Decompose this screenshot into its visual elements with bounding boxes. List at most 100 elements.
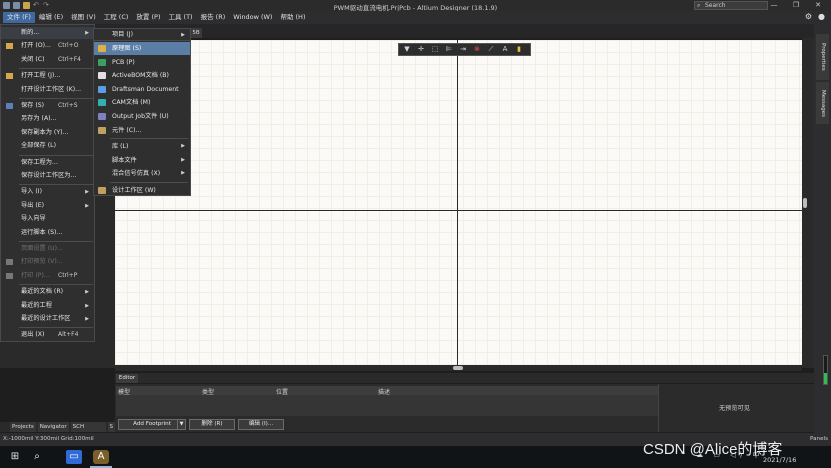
schematic-canvas[interactable] — [115, 40, 802, 365]
app-window-icon[interactable]: ▭ — [66, 450, 82, 464]
file-menu-item[interactable]: 保存副本为 (Y)... — [1, 127, 94, 139]
search-input[interactable]: ⌕ Search — [694, 1, 768, 10]
chevron-right-icon: ▶ — [85, 316, 89, 322]
delete-button[interactable]: 删除 (R) — [189, 419, 235, 430]
outjob-icon — [98, 113, 106, 120]
new-submenu-item[interactable]: CAM文档 (M) — [94, 96, 190, 109]
horizontal-scrollbar[interactable] — [115, 365, 802, 371]
file-menu-item[interactable]: 保存工程为... — [1, 157, 94, 169]
menu-reports[interactable]: 报告 (R) — [197, 12, 230, 23]
cam-icon — [98, 99, 106, 107]
search-icon[interactable]: ⌕ — [30, 450, 44, 464]
tab-more[interactable]: S — [107, 422, 115, 432]
new-submenu-item[interactable]: PCB (P) — [94, 56, 190, 69]
menu-file[interactable]: 文件 (F) — [3, 12, 35, 23]
new-submenu-item[interactable]: 元件 (C)... — [94, 124, 190, 137]
new-submenu-item-label: 混合信号仿真 (X) — [112, 170, 161, 178]
file-menu-item[interactable]: 最近的文档 (R) ▶ — [1, 286, 94, 298]
new-submenu-item[interactable]: 设计工作区 (W) — [94, 184, 190, 197]
chevron-right-icon: ▶ — [85, 289, 89, 296]
tab-navigator[interactable]: Navigator — [37, 422, 69, 432]
column-header[interactable]: 类型 — [202, 387, 214, 396]
filter-icon[interactable]: ▼ — [402, 45, 412, 54]
new-submenu-item[interactable]: Draftsman Document — [94, 83, 190, 96]
column-header[interactable]: 模型 — [118, 387, 130, 396]
active-bar: ▼ ✛ ⬚ ⊫ ⇥ ⊗ ⟋ A ▮ — [398, 43, 531, 56]
save-icon — [6, 103, 13, 109]
windows-start-icon[interactable]: ⊞ — [8, 450, 22, 464]
new-submenu-item[interactable]: ActiveBOM文档 (B) — [94, 69, 190, 82]
file-menu-item[interactable]: 打开设计工作区 (K)... — [1, 84, 94, 96]
maximize-button[interactable]: ❐ — [785, 1, 807, 10]
project-icon — [6, 73, 13, 80]
move-icon[interactable]: ✛ — [416, 45, 426, 54]
menu-edit[interactable]: 编辑 (E) — [35, 12, 67, 23]
file-menu-item-label: 打开 (O)... — [21, 42, 51, 50]
file-menu-item[interactable]: 最近的设计工作区 ▶ — [1, 313, 94, 325]
menu-window[interactable]: Window (W) — [229, 12, 276, 23]
align-icon[interactable]: ⊫ — [444, 45, 454, 54]
menu-view[interactable]: 视图 (V) — [67, 12, 100, 23]
preview-icon — [6, 259, 13, 266]
note-icon[interactable]: ▮ — [514, 45, 524, 54]
new-submenu-item[interactable]: 脚本文件 ▶ — [94, 154, 190, 167]
file-menu-item-label: 全部保存 (L) — [21, 142, 56, 150]
file-menu-item[interactable]: 保存设计工作区为... — [1, 170, 94, 182]
add-footprint-button[interactable]: Add Footprint ▼ — [118, 419, 186, 430]
submenu-item-project[interactable]: 项目 (J) ▶ — [93, 28, 191, 40]
text-icon[interactable]: A — [500, 45, 510, 54]
document-tab[interactable]: 5B — [190, 28, 202, 38]
new-submenu-item[interactable]: 混合信号仿真 (X) ▶ — [94, 167, 190, 180]
user-icon[interactable]: ● — [818, 12, 825, 21]
new-submenu-item-label: 脚本文件 — [112, 156, 137, 164]
file-menu-item[interactable]: 关闭 (C) Ctrl+F4 — [1, 54, 94, 66]
menu-tools[interactable]: 工具 (T) — [164, 12, 196, 23]
horizontal-scroll-thumb[interactable] — [453, 366, 463, 370]
place-port-icon[interactable]: ⇥ — [458, 45, 468, 54]
file-menu-item[interactable]: 最近的工程 ▶ — [1, 300, 94, 312]
file-menu-item[interactable]: 新的... ▶ — [1, 27, 94, 39]
gear-icon[interactable]: ⚙ — [805, 12, 812, 21]
new-submenu-item[interactable]: Output Job文件 (U) — [94, 110, 190, 123]
panel-tabs: Projects Navigator SCH Library S — [0, 422, 115, 440]
menu-project[interactable]: 工程 (C) — [100, 12, 133, 23]
menu-place[interactable]: 放置 (P) — [132, 12, 164, 23]
edit-button[interactable]: 编辑 (I)... — [238, 419, 284, 430]
tab-editor[interactable]: Editor — [116, 374, 138, 383]
new-submenu-item-label: Draftsman Document — [112, 85, 179, 93]
select-rect-icon[interactable]: ⬚ — [430, 45, 440, 54]
new-submenu-item[interactable]: 原理图 (S) — [94, 42, 190, 55]
chevron-down-icon[interactable]: ▼ — [177, 420, 185, 429]
menu-separator — [110, 182, 188, 183]
file-menu-item[interactable]: 保存 (S) Ctrl+S — [1, 100, 94, 112]
minimize-button[interactable]: — — [763, 1, 785, 10]
file-menu-item[interactable]: 另存为 (A)... — [1, 113, 94, 125]
file-menu-item[interactable]: 全部保存 (L) — [1, 140, 94, 152]
vertical-scroll-thumb[interactable] — [803, 198, 807, 208]
close-button[interactable]: ✕ — [807, 1, 829, 10]
altium-icon[interactable]: A — [93, 450, 109, 464]
menu-help[interactable]: 帮助 (H) — [276, 12, 309, 23]
column-header[interactable]: 位置 — [276, 387, 288, 396]
file-menu-item[interactable]: 退出 (X) Alt+F4 — [1, 329, 94, 341]
printer-icon — [6, 272, 13, 279]
panels-button[interactable]: Panels — [810, 436, 828, 442]
tab-properties[interactable]: Properties — [816, 34, 829, 80]
component-icon — [98, 126, 106, 134]
file-menu-item[interactable]: 导出 (E) ▶ — [1, 200, 94, 212]
file-menu-item[interactable]: 打开工程 (J)... — [1, 70, 94, 82]
file-menu-item[interactable]: 运行脚本 (S)... — [1, 227, 94, 239]
component-icon[interactable]: ⊗ — [472, 45, 482, 54]
file-menu-item-label: 打开工程 (J)... — [21, 72, 61, 80]
file-menu-item[interactable]: 导入 (I) ▶ — [1, 186, 94, 198]
menu-separator — [19, 184, 93, 186]
file-menu-item[interactable]: 打开 (O)... Ctrl+O — [1, 40, 94, 52]
new-submenu-item[interactable]: 库 (L) ▶ — [94, 140, 190, 153]
column-header[interactable]: 描述 — [378, 387, 390, 396]
file-menu-item[interactable]: 导入向导 — [1, 213, 94, 225]
file-menu: 新的... ▶ 打开 (O)... Ctrl+O 关闭 (C) Ctrl+F4 打开工程 (… — [0, 24, 95, 342]
tab-projects[interactable]: Projects — [10, 422, 36, 432]
tab-messages[interactable]: Messages — [816, 82, 829, 124]
tab-sch-library[interactable]: SCH Library — [70, 422, 106, 440]
wire-icon[interactable]: ⟋ — [486, 45, 496, 54]
